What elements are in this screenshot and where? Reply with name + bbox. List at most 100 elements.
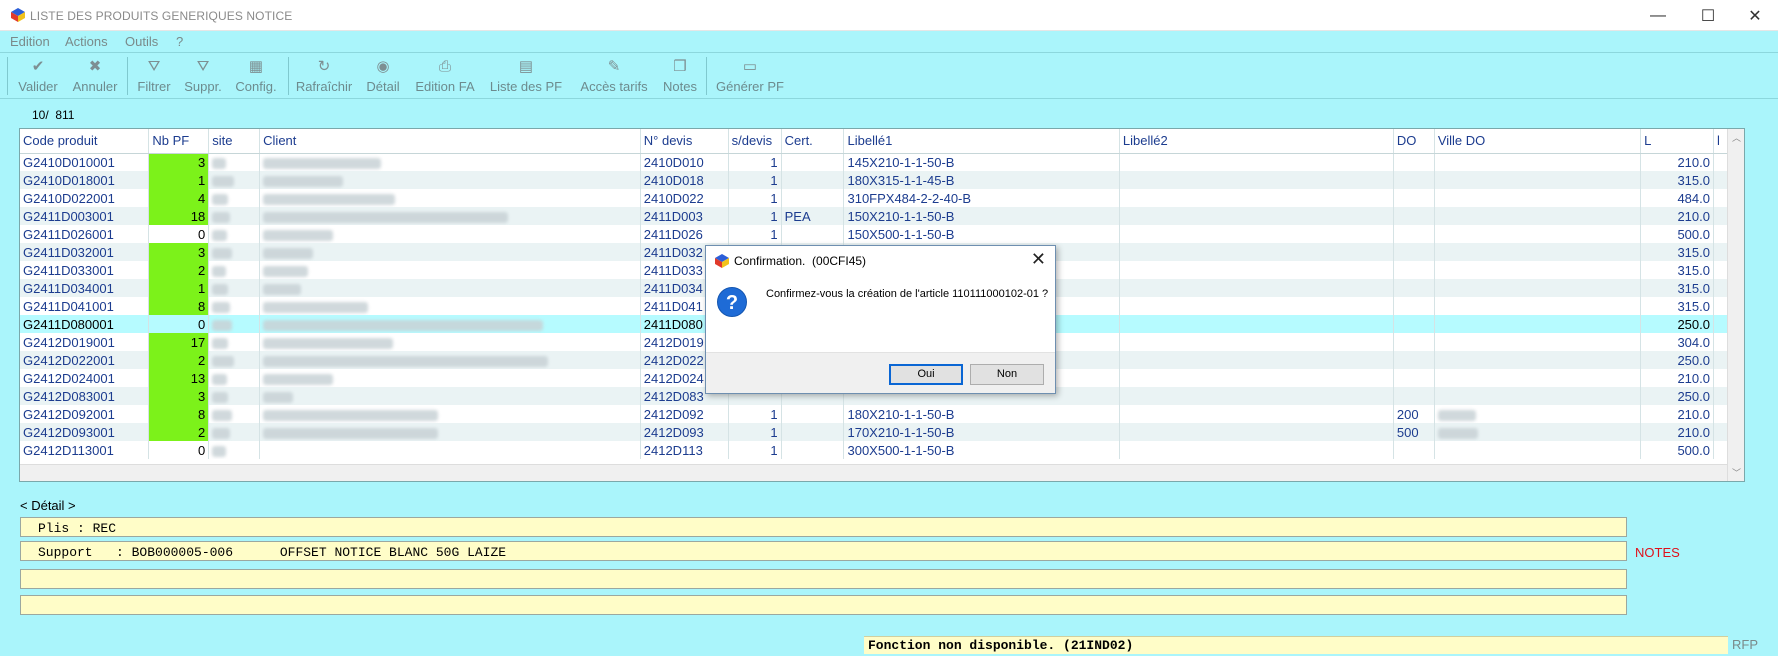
menu-outils[interactable]: Outils [125, 34, 158, 49]
cell-code-produit: G2412D083001 [20, 387, 150, 405]
cell-l-length: 484.0 [1640, 189, 1714, 207]
table-row[interactable]: G2411D003001 18 2411D003 1 PEA 150X210-1-1-50… [20, 207, 1744, 225]
col-header-code-produit[interactable]: Code produit [20, 129, 150, 154]
col-header-libelle2[interactable]: Libellé2 [1119, 129, 1394, 154]
toolbar-separator [288, 57, 289, 95]
menu-actions[interactable]: Actions [65, 34, 108, 49]
generate-icon: ▭ [742, 58, 758, 75]
cell-libelle2 [1119, 279, 1394, 297]
cell-s-devis: 1 [728, 189, 782, 207]
col-header-nb-pf[interactable]: Nb PF [148, 129, 210, 154]
cell-libelle1: 150X500-1-1-50-B [843, 225, 1120, 243]
edition-fa-button[interactable]: ⎙ Edition FA [413, 55, 477, 97]
cell-do [1393, 261, 1435, 279]
col-header-s-devis[interactable]: s/devis [728, 129, 782, 154]
scroll-up-icon[interactable]: ︿ [1732, 131, 1741, 144]
detail-icon: ◉ [376, 58, 390, 75]
check-icon: ✔ [31, 58, 45, 75]
cell-n-devis: 2412D113 [640, 441, 729, 459]
cell-nb-pf: 13 [148, 369, 210, 387]
cell-nb-pf: 3 [148, 153, 210, 171]
cell-code-produit: G2411D003001 [20, 207, 150, 225]
cell-client [259, 387, 641, 405]
close-button[interactable]: ✕ [1732, 0, 1778, 31]
acces-tarifs-button[interactable]: ✎ Accès tarifs [576, 55, 652, 97]
cell-client [259, 279, 641, 297]
table-row[interactable]: G2410D018001 1 2410D018 1 180X315-1-1-45-B 31… [20, 171, 1744, 189]
cell-l-length: 315.0 [1640, 297, 1714, 315]
non-button[interactable]: Non [970, 364, 1044, 385]
col-header-cert[interactable]: Cert. [781, 129, 845, 154]
table-row[interactable]: G2412D093001 2 2412D093 1 170X210-1-1-50-B 50… [20, 423, 1744, 441]
cell-cert [781, 153, 845, 171]
cell-nb-pf: 0 [148, 225, 210, 243]
rafraichir-button[interactable]: ↻ Rafraîchir [295, 55, 353, 97]
dialog-title: Confirmation. (00CFI45) [734, 254, 867, 268]
maximize-button[interactable]: ☐ [1685, 0, 1731, 31]
cell-ville-do [1434, 207, 1642, 225]
col-header-site[interactable]: site [208, 129, 261, 154]
col-header-n-devis[interactable]: N° devis [640, 129, 729, 154]
config-button[interactable]: ▦ Config. [233, 55, 279, 97]
col-header-l-length[interactable]: L [1640, 129, 1714, 154]
cell-ville-do [1434, 405, 1642, 423]
cell-code-produit: G2411D034001 [20, 279, 150, 297]
table-row[interactable]: G2412D092001 8 2412D092 1 180X210-1-1-50-B 20… [20, 405, 1744, 423]
cell-site [208, 279, 261, 297]
cell-l-length: 250.0 [1640, 315, 1714, 333]
cell-code-produit: G2410D022001 [20, 189, 150, 207]
table-row[interactable]: G2412D113001 0 2412D113 1 300X500-1-1-50-B 50… [20, 441, 1744, 459]
table-row[interactable]: G2410D010001 3 2410D010 1 145X210-1-1-50-B 21… [20, 153, 1744, 171]
cell-ville-do [1434, 315, 1642, 333]
cell-ville-do [1434, 333, 1642, 351]
notes-indicator[interactable]: NOTES [1635, 545, 1680, 560]
menu-edition[interactable]: Edition [10, 34, 50, 49]
liste-pf-button[interactable]: ▤ Liste des PF [487, 55, 565, 97]
cell-libelle2 [1119, 351, 1394, 369]
col-header-client[interactable]: Client [259, 129, 641, 154]
valider-button[interactable]: ✔ Valider [12, 55, 64, 97]
notes-button[interactable]: ❒ Notes [660, 55, 700, 97]
cell-code-produit: G2412D019001 [20, 333, 150, 351]
cell-code-produit: G2412D022001 [20, 351, 150, 369]
cell-site [208, 351, 261, 369]
menu-help[interactable]: ? [176, 34, 183, 49]
oui-button[interactable]: Oui [889, 364, 963, 385]
table-row[interactable]: G2410D022001 4 2410D022 1 310FPX484-2-2-40-B… [20, 189, 1744, 207]
vertical-scrollbar[interactable]: ︿ ﹀ [1727, 129, 1744, 481]
col-header-libelle1[interactable]: Libellé1 [843, 129, 1120, 154]
scroll-down-icon[interactable]: ﹀ [1732, 466, 1741, 479]
annuler-button[interactable]: ✖ Annuler [68, 55, 122, 97]
filter-remove-icon: ⛛ [196, 58, 210, 75]
minimize-button[interactable]: — [1635, 0, 1681, 31]
redacted-site [212, 175, 235, 187]
cell-code-produit: G2410D018001 [20, 171, 150, 189]
generer-pf-button[interactable]: ▭ Générer PF [714, 55, 786, 97]
cell-do [1393, 387, 1435, 405]
filtrer-label: Filtrer [137, 79, 171, 94]
cell-client [259, 153, 641, 171]
table-row[interactable]: G2411D026001 0 2411D026 1 150X500-1-1-50-B 50… [20, 225, 1744, 243]
horizontal-scrollbar[interactable] [20, 464, 1727, 481]
cell-ville-do [1434, 171, 1642, 189]
detail-button[interactable]: ◉ Détail [363, 55, 403, 97]
cell-code-produit: G2411D080001 [20, 315, 150, 333]
question-icon: ? [717, 287, 747, 317]
redacted-ville [1437, 427, 1478, 439]
redacted-client [263, 175, 344, 187]
dialog-close-icon[interactable]: ✕ [1031, 250, 1046, 268]
cell-libelle2 [1119, 297, 1394, 315]
cell-site [208, 297, 261, 315]
window-title: LISTE DES PRODUITS GENERIQUES NOTICE [30, 9, 293, 23]
cell-site [208, 225, 261, 243]
col-header-do[interactable]: DO [1393, 129, 1435, 154]
acces-tarifs-label: Accès tarifs [580, 79, 648, 94]
cell-client [259, 423, 641, 441]
cell-libelle2 [1119, 225, 1394, 243]
cell-ville-do [1434, 387, 1642, 405]
suppr-button[interactable]: ⛛ Suppr. [182, 55, 224, 97]
col-header-ville-do[interactable]: Ville DO [1434, 129, 1642, 154]
valider-label: Valider [18, 79, 58, 94]
filtrer-button[interactable]: ⛛ Filtrer [134, 55, 174, 97]
redacted-site [212, 445, 227, 457]
